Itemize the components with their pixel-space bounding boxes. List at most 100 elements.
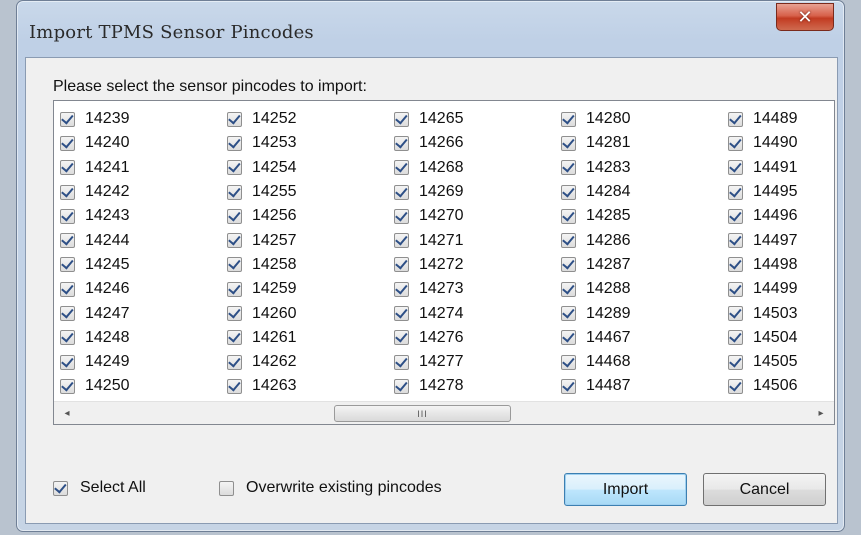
pincode-item[interactable]: 14489	[728, 107, 798, 131]
pincode-checkbox[interactable]	[227, 111, 242, 127]
scroll-right-arrow-icon[interactable]: ▸	[812, 405, 830, 422]
select-all-checkbox[interactable]	[53, 480, 68, 496]
cancel-button[interactable]: Cancel	[703, 473, 826, 506]
pincode-item[interactable]: 14243	[60, 204, 130, 228]
pincode-item[interactable]: 14285	[561, 204, 631, 228]
pincode-checkbox[interactable]	[394, 111, 409, 127]
pincode-item[interactable]: 14239	[60, 107, 130, 131]
pincode-item[interactable]: 14262	[227, 350, 297, 374]
pincode-item[interactable]: 14270	[394, 204, 464, 228]
pincode-checkbox[interactable]	[728, 160, 743, 176]
pincode-item[interactable]: 14245	[60, 253, 130, 277]
pincode-item[interactable]: 14261	[227, 326, 297, 350]
pincode-item[interactable]: 14495	[728, 180, 798, 204]
pincode-checkbox[interactable]	[728, 281, 743, 297]
pincode-checkbox[interactable]	[728, 135, 743, 151]
pincode-item[interactable]: 14505	[728, 350, 798, 374]
pincode-item[interactable]: 14255	[227, 180, 297, 204]
pincode-checkbox[interactable]	[728, 233, 743, 249]
pincode-checkbox[interactable]	[227, 208, 242, 224]
pincode-checkbox[interactable]	[227, 257, 242, 273]
pincode-item[interactable]: 14248	[60, 326, 130, 350]
pincode-item[interactable]: 14497	[728, 228, 798, 252]
import-button[interactable]: Import	[564, 473, 687, 506]
pincode-item[interactable]: 14246	[60, 277, 130, 301]
pincode-checkbox[interactable]	[394, 135, 409, 151]
pincode-checkbox[interactable]	[60, 135, 75, 151]
pincode-checkbox[interactable]	[394, 257, 409, 273]
pincode-item[interactable]: 14268	[394, 156, 464, 180]
scroll-left-arrow-icon[interactable]: ◂	[58, 405, 76, 422]
pincode-checkbox[interactable]	[561, 111, 576, 127]
pincode-item[interactable]: 14286	[561, 228, 631, 252]
pincode-item[interactable]: 14274	[394, 301, 464, 325]
pincode-item[interactable]: 14247	[60, 301, 130, 325]
pincode-checkbox[interactable]	[561, 306, 576, 322]
pincode-checkbox[interactable]	[561, 233, 576, 249]
pincode-item[interactable]: 14487	[561, 374, 631, 398]
pincode-item[interactable]: 14503	[728, 301, 798, 325]
pincode-checkbox[interactable]	[561, 208, 576, 224]
pincode-item[interactable]: 14260	[227, 301, 297, 325]
pincode-checkbox[interactable]	[394, 306, 409, 322]
pincode-item[interactable]: 14269	[394, 180, 464, 204]
pincode-checkbox[interactable]	[561, 184, 576, 200]
pincode-checkbox[interactable]	[728, 208, 743, 224]
pincode-item[interactable]: 14244	[60, 228, 130, 252]
pincode-item[interactable]: 14272	[394, 253, 464, 277]
pincode-item[interactable]: 14288	[561, 277, 631, 301]
pincode-checkbox[interactable]	[394, 378, 409, 394]
pincode-item[interactable]: 14287	[561, 253, 631, 277]
select-all-option[interactable]: Select All	[53, 479, 146, 497]
pincode-item[interactable]: 14468	[561, 350, 631, 374]
pincode-item[interactable]: 14499	[728, 277, 798, 301]
pincode-checkbox[interactable]	[60, 160, 75, 176]
pincode-checkbox[interactable]	[227, 330, 242, 346]
pincode-checkbox[interactable]	[60, 330, 75, 346]
pincode-item[interactable]: 14283	[561, 156, 631, 180]
pincode-item[interactable]: 14253	[227, 131, 297, 155]
pincode-checkbox[interactable]	[60, 208, 75, 224]
pincode-item[interactable]: 14284	[561, 180, 631, 204]
pincode-item[interactable]: 14256	[227, 204, 297, 228]
pincode-item[interactable]: 14252	[227, 107, 297, 131]
pincode-item[interactable]: 14254	[227, 156, 297, 180]
pincode-checkbox[interactable]	[227, 135, 242, 151]
pincode-item[interactable]: 14240	[60, 131, 130, 155]
pincode-item[interactable]: 14273	[394, 277, 464, 301]
pincode-item[interactable]: 14276	[394, 326, 464, 350]
pincode-checkbox[interactable]	[394, 354, 409, 370]
pincode-item[interactable]: 14259	[227, 277, 297, 301]
pincode-item[interactable]: 14241	[60, 156, 130, 180]
pincode-checkbox[interactable]	[561, 257, 576, 273]
pincode-item[interactable]: 14496	[728, 204, 798, 228]
pincode-checkbox[interactable]	[561, 354, 576, 370]
pincode-checkbox[interactable]	[394, 184, 409, 200]
pincode-checkbox[interactable]	[728, 306, 743, 322]
pincode-checkbox[interactable]	[227, 160, 242, 176]
pincode-item[interactable]: 14490	[728, 131, 798, 155]
pincode-checkbox[interactable]	[60, 281, 75, 297]
pincode-checkbox[interactable]	[561, 330, 576, 346]
pincode-checkbox[interactable]	[227, 378, 242, 394]
pincode-item[interactable]: 14289	[561, 301, 631, 325]
pincode-item[interactable]: 14277	[394, 350, 464, 374]
horizontal-scrollbar[interactable]: ◂ III ▸	[54, 401, 834, 424]
pincode-checkbox[interactable]	[561, 378, 576, 394]
pincode-item[interactable]: 14265	[394, 107, 464, 131]
overwrite-checkbox[interactable]	[219, 480, 234, 496]
pincode-checkbox[interactable]	[394, 208, 409, 224]
pincode-checkbox[interactable]	[561, 281, 576, 297]
pincode-checkbox[interactable]	[60, 233, 75, 249]
pincode-checkbox[interactable]	[728, 330, 743, 346]
pincode-item[interactable]: 14249	[60, 350, 130, 374]
pincode-item[interactable]: 14263	[227, 374, 297, 398]
pincode-checklist[interactable]: 14239 14240 14241 14242 14243 14244 14245 14246…	[53, 100, 835, 425]
pincode-item[interactable]: 14271	[394, 228, 464, 252]
pincode-item[interactable]: 14257	[227, 228, 297, 252]
pincode-checkbox[interactable]	[394, 330, 409, 346]
pincode-checkbox[interactable]	[394, 281, 409, 297]
pincode-checkbox[interactable]	[227, 281, 242, 297]
pincode-item[interactable]: 14266	[394, 131, 464, 155]
pincode-item[interactable]: 14281	[561, 131, 631, 155]
